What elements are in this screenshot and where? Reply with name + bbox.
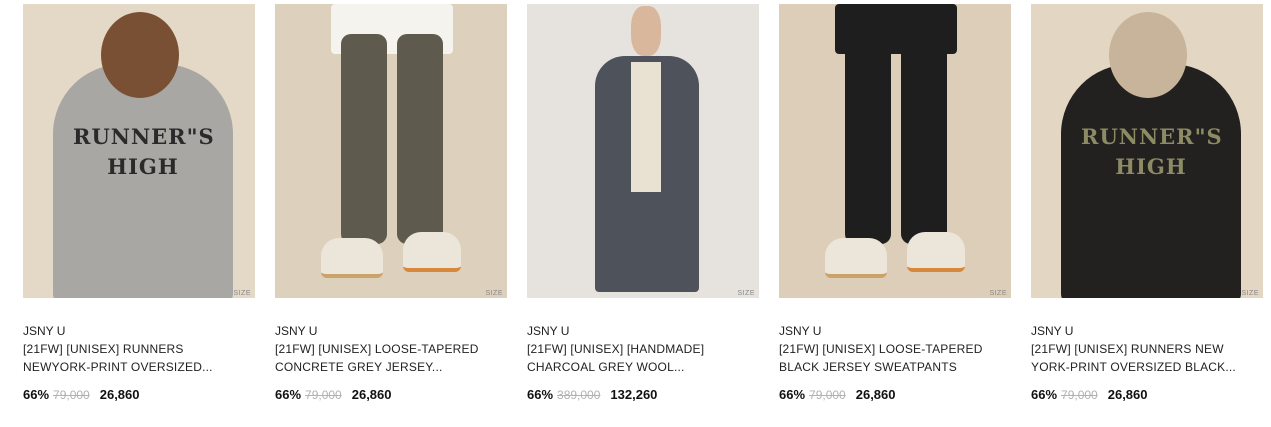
sale-price: 26,860 — [351, 387, 392, 402]
sneaker-left-illustration — [825, 238, 887, 278]
product-title-line-2[interactable]: BLACK JERSEY SWEATPANTS — [779, 358, 1011, 376]
sneaker-left-illustration — [321, 238, 383, 278]
print-line-1: RUNNER"S — [1081, 124, 1223, 149]
sale-price: 132,260 — [610, 387, 658, 402]
product-image[interactable]: SIZE — [779, 4, 1011, 298]
original-price: 79,000 — [53, 388, 90, 402]
product-title-line-2[interactable]: CONCRETE GREY JERSEY... — [275, 358, 507, 376]
original-price: 389,000 — [557, 388, 601, 402]
size-tag[interactable]: SIZE — [989, 289, 1007, 298]
size-tag[interactable]: SIZE — [737, 289, 755, 298]
discount-rate: 66% — [779, 387, 806, 402]
product-image[interactable]: RUNNER"S HIGH SIZE — [23, 4, 255, 298]
print-line-2: HIGH — [107, 154, 179, 179]
size-tag[interactable]: SIZE — [1241, 289, 1259, 298]
product-image[interactable]: RUNNER"S HIGH SIZE — [1031, 4, 1263, 298]
product-card[interactable]: RUNNER"S HIGH SIZE JSNY U [21FW] [UNISEX… — [1031, 4, 1263, 404]
pants-right-leg-illustration — [397, 34, 443, 244]
sneaker-right-illustration — [907, 232, 965, 272]
sneaker-right-illustration — [403, 232, 461, 272]
price-row: 66% 79,000 26,860 — [275, 386, 507, 404]
original-price: 79,000 — [305, 388, 342, 402]
product-card[interactable]: RUNNER"S HIGH SIZE JSNY U [21FW] [UNISEX… — [23, 4, 255, 404]
product-card[interactable]: SIZE JSNY U [21FW] [UNISEX] LOOSE-TAPERE… — [275, 4, 507, 404]
model-head-illustration — [101, 12, 179, 98]
discount-rate: 66% — [23, 387, 50, 402]
sale-price: 26,860 — [99, 387, 140, 402]
print-line-2: HIGH — [1115, 154, 1187, 179]
price-row: 66% 79,000 26,860 — [1031, 386, 1263, 404]
product-title-line-1[interactable]: [21FW] [UNISEX] [HANDMADE] — [527, 340, 759, 358]
product-grid: RUNNER"S HIGH SIZE JSNY U [21FW] [UNISEX… — [23, 4, 1263, 404]
product-brand[interactable]: JSNY U — [779, 322, 1011, 340]
product-image[interactable]: SIZE — [275, 4, 507, 298]
size-tag[interactable]: SIZE — [233, 289, 251, 298]
original-price: 79,000 — [1061, 388, 1098, 402]
product-brand[interactable]: JSNY U — [1031, 322, 1263, 340]
sale-price: 26,860 — [1107, 387, 1148, 402]
sweatshirt-print: RUNNER"S HIGH — [1081, 122, 1223, 182]
product-title-line-1[interactable]: [21FW] [UNISEX] RUNNERS — [23, 340, 255, 358]
product-title-line-1[interactable]: [21FW] [UNISEX] RUNNERS NEW — [1031, 340, 1263, 358]
product-title-line-2[interactable]: NEWYORK-PRINT OVERSIZED... — [23, 358, 255, 376]
price-row: 66% 389,000 132,260 — [527, 386, 759, 404]
discount-rate: 66% — [1031, 387, 1058, 402]
product-title-line-2[interactable]: CHARCOAL GREY WOOL... — [527, 358, 759, 376]
price-row: 66% 79,000 26,860 — [23, 386, 255, 404]
product-brand[interactable]: JSNY U — [527, 322, 759, 340]
product-brand[interactable]: JSNY U — [275, 322, 507, 340]
original-price: 79,000 — [809, 388, 846, 402]
pants-right-leg-illustration — [901, 34, 947, 244]
discount-rate: 66% — [527, 387, 554, 402]
pants-left-leg-illustration — [341, 34, 387, 244]
product-image[interactable]: SIZE — [527, 4, 759, 298]
size-tag[interactable]: SIZE — [485, 289, 503, 298]
pants-left-leg-illustration — [845, 34, 891, 244]
product-title-line-1[interactable]: [21FW] [UNISEX] LOOSE-TAPERED — [779, 340, 1011, 358]
product-title-line-2[interactable]: YORK-PRINT OVERSIZED BLACK... — [1031, 358, 1263, 376]
discount-rate: 66% — [275, 387, 302, 402]
print-line-1: RUNNER"S — [73, 124, 215, 149]
model-head-illustration — [631, 6, 661, 56]
sweatshirt-print: RUNNER"S HIGH — [73, 122, 215, 182]
product-card[interactable]: SIZE JSNY U [21FW] [UNISEX] [HANDMADE] C… — [527, 4, 759, 404]
product-title-line-1[interactable]: [21FW] [UNISEX] LOOSE-TAPERED — [275, 340, 507, 358]
model-head-cap-illustration — [1109, 12, 1187, 98]
sale-price: 26,860 — [855, 387, 896, 402]
product-brand[interactable]: JSNY U — [23, 322, 255, 340]
price-row: 66% 79,000 26,860 — [779, 386, 1011, 404]
coat-inner-illustration — [631, 62, 661, 192]
product-card[interactable]: SIZE JSNY U [21FW] [UNISEX] LOOSE-TAPERE… — [779, 4, 1011, 404]
